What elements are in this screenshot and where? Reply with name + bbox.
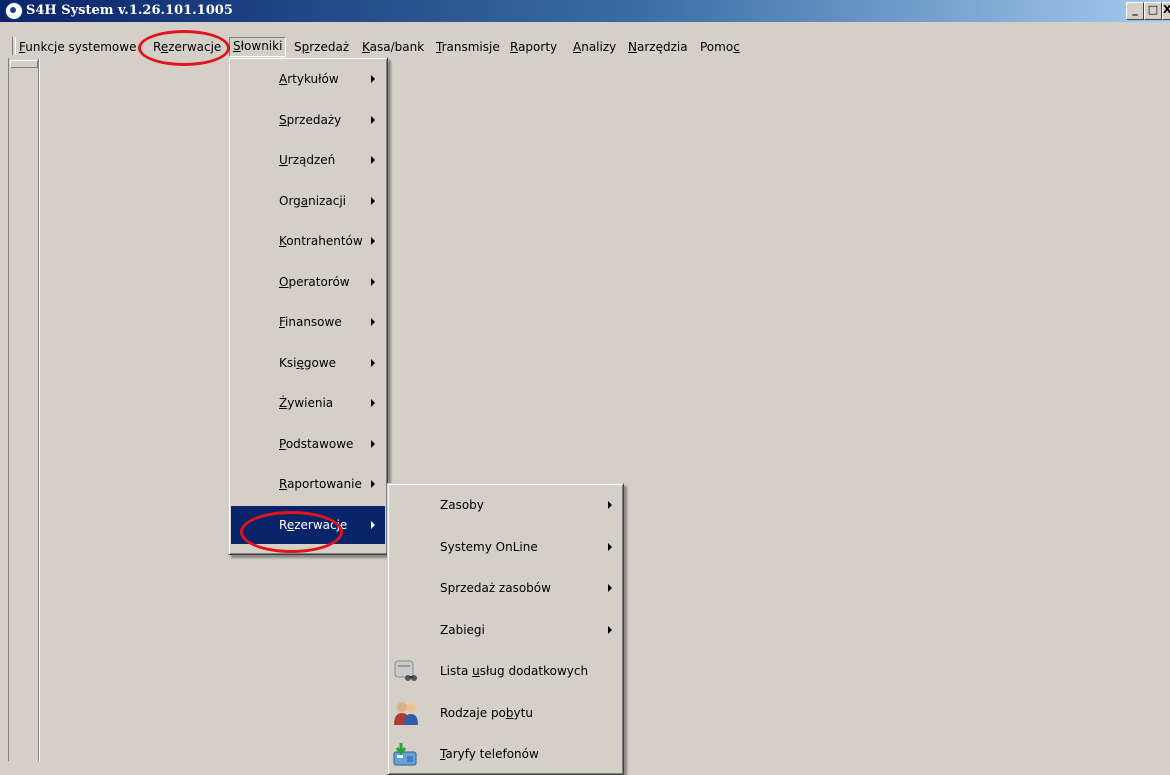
submenu-arrow-icon	[608, 501, 612, 509]
phone-tariff-icon	[392, 740, 420, 768]
menu-item-label: Rezerwacje	[279, 517, 348, 532]
submenu-arrow-icon	[608, 542, 612, 551]
submenu-arrow-icon	[371, 480, 375, 488]
submenu-arrow-icon	[608, 625, 612, 634]
submenu-arrow-icon	[608, 584, 612, 592]
maximize-button[interactable]: □	[1144, 2, 1162, 20]
submenu-arrow-icon	[371, 520, 375, 529]
submenu-item-label: Systemy OnLine	[440, 539, 538, 554]
menu-item-ksiegowe[interactable]: Księgowe	[231, 344, 385, 382]
menubar-grip	[12, 37, 16, 55]
menu-analizy[interactable]: Analizy	[573, 38, 616, 56]
slowniki-menu: Artykułów Sprzedaży Urządzeń Organizacji Kon…	[228, 57, 388, 555]
submenu-item-lista-uslug-dodatkowych[interactable]: Lista usług dodatkowych	[390, 652, 621, 690]
menu-item-zywienia[interactable]: Żywienia	[231, 384, 385, 422]
menu-narzedzia[interactable]: Narzędzia	[628, 38, 688, 56]
menu-item-kontrahentow[interactable]: Kontrahentów	[231, 222, 385, 260]
menu-pomoc[interactable]: Pomoc	[700, 38, 740, 56]
menu-item-label: Artykułów	[279, 72, 339, 86]
menu-item-label: Żywienia	[279, 396, 334, 410]
people-icon	[392, 699, 420, 727]
submenu-arrow-icon	[371, 358, 375, 367]
submenu-arrow-icon	[371, 439, 375, 448]
submenu-arrow-icon	[371, 277, 375, 286]
submenu-item-zabiegi[interactable]: Zabiegi	[390, 611, 621, 649]
menu-item-label: Księgowe	[279, 355, 337, 370]
submenu-arrow-icon	[371, 115, 375, 124]
submenu-arrow-icon	[371, 237, 375, 245]
submenu-item-label: Rodzaje pobytu	[440, 705, 533, 720]
submenu-item-rodzaje-pobytu[interactable]: Rodzaje pobytu	[390, 694, 621, 732]
menu-item-label: Kontrahentów	[279, 234, 363, 248]
menu-funkcje-systemowe[interactable]: Funkcje systemowe	[19, 38, 136, 56]
submenu-item-label: Taryfy telefonów	[440, 747, 539, 761]
menu-item-label: Raportowanie	[279, 477, 362, 491]
submenu-item-label: Zasoby	[440, 498, 484, 512]
menu-item-label: Sprzedaży	[279, 112, 342, 127]
submenu-item-sprzedaz-zasobow[interactable]: Sprzedaż zasobów	[390, 569, 621, 607]
app-icon[interactable]	[5, 2, 23, 20]
submenu-arrow-icon	[371, 156, 375, 164]
menu-item-rezerwacje[interactable]: Rezerwacje	[231, 505, 385, 544]
minimize-button[interactable]: _	[1126, 2, 1144, 20]
submenu-item-label: Zabiegi	[440, 622, 485, 637]
menu-item-label: Urządzeń	[279, 153, 336, 167]
menu-item-label: Operatorów	[279, 274, 350, 289]
menu-item-label: Podstawowe	[279, 436, 354, 451]
window-title: S4H System v.1.26.101.1005	[26, 3, 233, 18]
menu-item-raportowanie[interactable]: Raportowanie	[231, 465, 385, 503]
menu-raporty[interactable]: Raporty	[510, 38, 557, 56]
rezerwacje-submenu: Zasoby Systemy OnLine Sprzedaż zasobów Zabi…	[387, 483, 624, 775]
side-toolbar-handle[interactable]	[10, 60, 38, 68]
menu-item-artykulow[interactable]: Artykułów	[231, 60, 385, 98]
submenu-item-systemy-online[interactable]: Systemy OnLine	[390, 528, 621, 566]
menu-item-finansowe[interactable]: Finansowe	[231, 303, 385, 341]
menu-bar: Funkcje systemowe Rezerwacje Słowniki Sprze…	[0, 35, 1170, 57]
menu-item-podstawowe[interactable]: Podstawowe	[231, 425, 385, 463]
menu-item-urzadzen[interactable]: Urządzeń	[231, 141, 385, 179]
submenu-item-label: Lista usług dodatkowych	[440, 664, 589, 678]
menu-item-sprzedazy[interactable]: Sprzedaży	[231, 101, 385, 139]
services-binoculars-icon	[392, 657, 420, 685]
menu-rezerwacje[interactable]: Rezerwacje	[153, 38, 221, 56]
submenu-arrow-icon	[371, 196, 375, 205]
menu-item-label: Finansowe	[279, 315, 342, 329]
menu-item-label: Organizacji	[279, 193, 347, 208]
menu-item-organizacji[interactable]: Organizacji	[231, 182, 385, 220]
menu-item-operatorow[interactable]: Operatorów	[231, 263, 385, 301]
menu-kasa-bank[interactable]: Kasa/bank	[362, 38, 424, 56]
submenu-arrow-icon	[371, 75, 375, 83]
side-toolbar	[8, 58, 39, 761]
menu-slowniki[interactable]: Słowniki	[229, 37, 287, 57]
close-button[interactable]: X	[1162, 2, 1170, 20]
submenu-item-zasoby[interactable]: Zasoby	[390, 486, 621, 524]
title-bar: S4H System v.1.26.101.1005 _ □ X	[0, 0, 1170, 22]
submenu-arrow-icon	[371, 399, 375, 407]
menu-sprzedaz[interactable]: Sprzedaż	[294, 38, 349, 56]
submenu-item-label: Sprzedaż zasobów	[440, 581, 551, 595]
submenu-item-taryfy-telefonow[interactable]: Taryfy telefonów	[390, 735, 621, 773]
menu-transmisje[interactable]: Transmisje	[436, 38, 500, 56]
submenu-arrow-icon	[371, 318, 375, 326]
